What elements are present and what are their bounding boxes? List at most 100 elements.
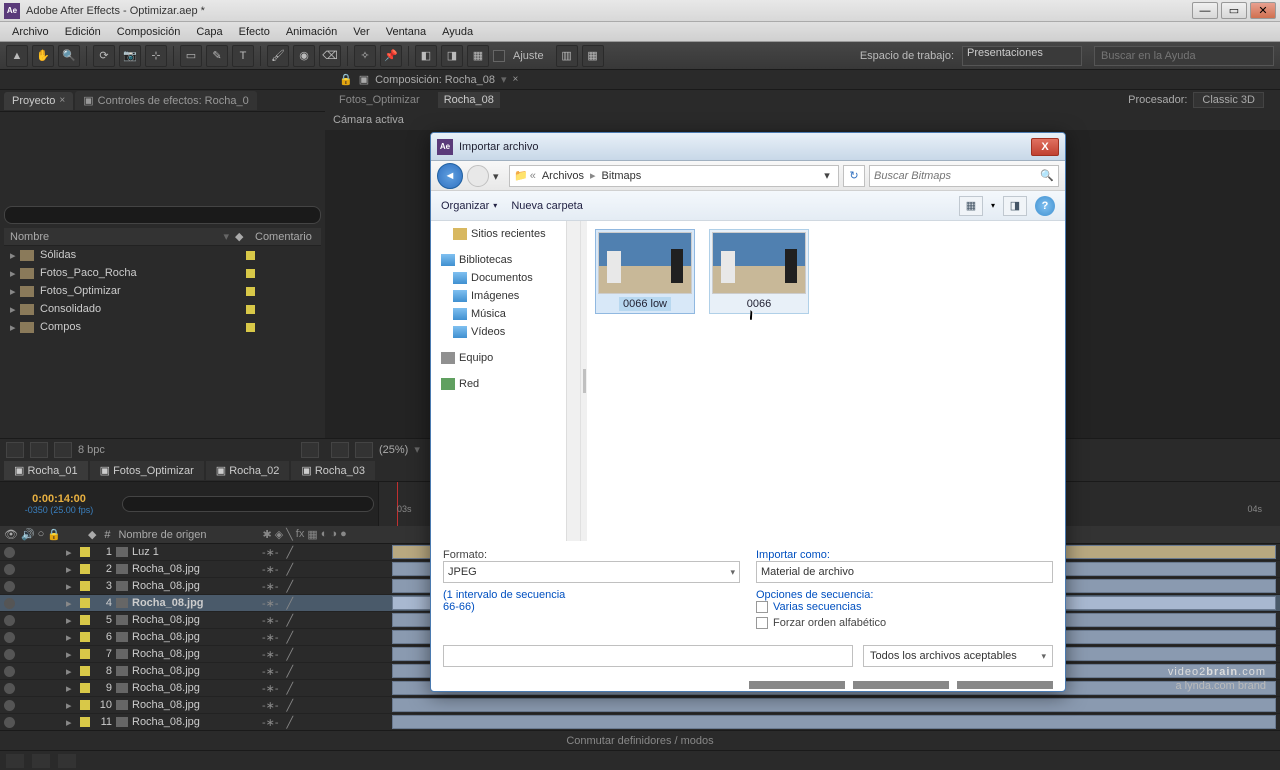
- close-button[interactable]: ✕: [1250, 2, 1276, 19]
- label-color[interactable]: [80, 666, 90, 676]
- zoom-select[interactable]: (25%): [379, 444, 408, 456]
- tl-tab[interactable]: ▣ Fotos_Optimizar: [90, 461, 204, 480]
- label-color[interactable]: [80, 581, 90, 591]
- project-folder[interactable]: ▸Fotos_Optimizar: [4, 282, 321, 300]
- ajuste-checkbox[interactable]: [493, 50, 505, 62]
- label-color[interactable]: [80, 615, 90, 625]
- visibility-toggle[interactable]: [4, 649, 15, 660]
- comp-close-icon[interactable]: ×: [513, 74, 519, 85]
- visibility-toggle[interactable]: [4, 717, 15, 728]
- close-icon[interactable]: ×: [59, 95, 65, 106]
- snap-opt2-icon[interactable]: ▦: [582, 45, 604, 67]
- multi-seq-checkbox[interactable]: [756, 601, 768, 613]
- tree-recent[interactable]: Sitios recientes: [431, 225, 580, 243]
- nav-history-dropdown[interactable]: ▾: [493, 170, 505, 182]
- tl-tab[interactable]: ▣ Rocha_02: [206, 461, 290, 480]
- layer-switches[interactable]: -∗-╱: [262, 665, 392, 678]
- menu-ver[interactable]: Ver: [345, 24, 378, 40]
- menu-composicion[interactable]: Composición: [109, 24, 189, 40]
- refresh-button[interactable]: ↻: [843, 165, 865, 187]
- col-nombre[interactable]: Nombre: [10, 231, 217, 243]
- format-select[interactable]: JPEG▾: [443, 561, 740, 583]
- snap-opt-icon[interactable]: ▥: [556, 45, 578, 67]
- visibility-toggle[interactable]: [4, 547, 15, 558]
- hand-tool-icon[interactable]: ✋: [32, 45, 54, 67]
- expand-icon[interactable]: ▸: [66, 580, 76, 593]
- visibility-toggle[interactable]: [4, 683, 15, 694]
- visibility-toggle[interactable]: [4, 598, 15, 609]
- view-mode-button[interactable]: ▦: [959, 196, 983, 216]
- tool-a-icon[interactable]: ◧: [415, 45, 437, 67]
- search-icon[interactable]: 🔍: [1040, 169, 1054, 182]
- tab-controles-efectos[interactable]: ▣Controles de efectos: Rocha_0: [75, 91, 256, 110]
- maximize-button[interactable]: ▭: [1221, 2, 1247, 19]
- layer-name[interactable]: Rocha_08.jpg: [132, 614, 262, 626]
- mask-icon[interactable]: [355, 442, 373, 458]
- project-folder[interactable]: ▸Fotos_Paco_Rocha: [4, 264, 321, 282]
- file-item[interactable]: 0066: [709, 229, 809, 314]
- tool-c-icon[interactable]: ▦: [467, 45, 489, 67]
- layer-switches[interactable]: -∗-╱: [262, 614, 392, 627]
- menu-archivo[interactable]: Archivo: [4, 24, 57, 40]
- audio-column-icon[interactable]: 🔊: [21, 528, 35, 541]
- tree-videos[interactable]: Vídeos: [431, 323, 580, 341]
- breadcrumb[interactable]: 📁 « Archivos ▸ Bitmaps ▾: [509, 165, 839, 187]
- filename-input[interactable]: [443, 645, 853, 667]
- switch-icon[interactable]: ╲: [286, 528, 293, 541]
- zoom-tool-icon[interactable]: 🔍: [58, 45, 80, 67]
- layer-name[interactable]: Luz 1: [132, 546, 262, 558]
- dialog-close-button[interactable]: X: [1031, 138, 1059, 156]
- label-color[interactable]: [80, 598, 90, 608]
- layer-switches[interactable]: -∗-╱: [262, 631, 392, 644]
- lock-column-icon[interactable]: 🔒: [47, 528, 61, 541]
- label-color[interactable]: [80, 564, 90, 574]
- switch-icon[interactable]: ◐: [321, 528, 328, 541]
- layer-name[interactable]: Rocha_08.jpg: [132, 580, 262, 592]
- label-column-icon[interactable]: ◆: [88, 528, 96, 541]
- col-number[interactable]: #: [96, 529, 118, 541]
- selection-tool-icon[interactable]: ▲: [6, 45, 28, 67]
- camera-label[interactable]: Cámara activa: [325, 110, 1280, 130]
- tree-images[interactable]: Imágenes: [431, 287, 580, 305]
- tl-tab[interactable]: ▣ Rocha_03: [291, 461, 375, 480]
- tool-b-icon[interactable]: ◨: [441, 45, 463, 67]
- text-tool-icon[interactable]: T: [232, 45, 254, 67]
- status-icon[interactable]: [32, 754, 50, 768]
- stamp-tool-icon[interactable]: ◉: [293, 45, 315, 67]
- layer-name[interactable]: Rocha_08.jpg: [132, 631, 262, 643]
- force-alpha-checkbox[interactable]: [756, 617, 768, 629]
- switch-icon[interactable]: ✱: [262, 528, 271, 541]
- visibility-toggle[interactable]: [4, 666, 15, 677]
- organize-button[interactable]: Organizar▾: [441, 200, 497, 212]
- layer-switches[interactable]: -∗-╱: [262, 648, 392, 661]
- workspace-select[interactable]: Presentaciones: [962, 46, 1082, 66]
- new-comp-icon[interactable]: [54, 442, 72, 458]
- switch-icon[interactable]: fx: [296, 528, 305, 541]
- layer-name[interactable]: Rocha_08.jpg: [132, 597, 262, 609]
- new-folder-icon[interactable]: [30, 442, 48, 458]
- renderer-select[interactable]: Classic 3D: [1193, 92, 1264, 108]
- project-folder[interactable]: ▸Compos: [4, 318, 321, 336]
- breadcrumb-item[interactable]: Archivos: [538, 168, 588, 184]
- layer-switches[interactable]: -∗-╱: [262, 597, 392, 610]
- layer-name[interactable]: Rocha_08.jpg: [132, 716, 262, 728]
- brush-tool-icon[interactable]: 🖌: [267, 45, 289, 67]
- layer-name[interactable]: Rocha_08.jpg: [132, 682, 262, 694]
- import-as-select[interactable]: Material de archivo: [756, 561, 1053, 583]
- new-folder-button[interactable]: Nueva carpeta: [511, 200, 583, 212]
- layer-row[interactable]: ▸11Rocha_08.jpg-∗-╱: [0, 714, 1280, 730]
- switch-icon[interactable]: ●: [340, 528, 347, 541]
- bpc-label[interactable]: 8 bpc: [78, 444, 105, 456]
- expand-icon[interactable]: ▸: [66, 546, 76, 559]
- layer-row[interactable]: ▸10Rocha_08.jpg-∗-╱: [0, 697, 1280, 714]
- anchor-tool-icon[interactable]: ⊹: [145, 45, 167, 67]
- visibility-toggle[interactable]: [4, 581, 15, 592]
- layer-switches[interactable]: -∗-╱: [262, 682, 392, 695]
- label-color[interactable]: [80, 649, 90, 659]
- timeline-footer[interactable]: Conmutar definidores / modos: [0, 730, 1280, 750]
- nav-back-button[interactable]: ◄: [437, 163, 463, 189]
- layer-switches[interactable]: -∗-╱: [262, 699, 392, 712]
- menu-ventana[interactable]: Ventana: [378, 24, 434, 40]
- help-search-input[interactable]: [1094, 46, 1274, 66]
- file-list[interactable]: 0066 low 0066: [587, 221, 1065, 541]
